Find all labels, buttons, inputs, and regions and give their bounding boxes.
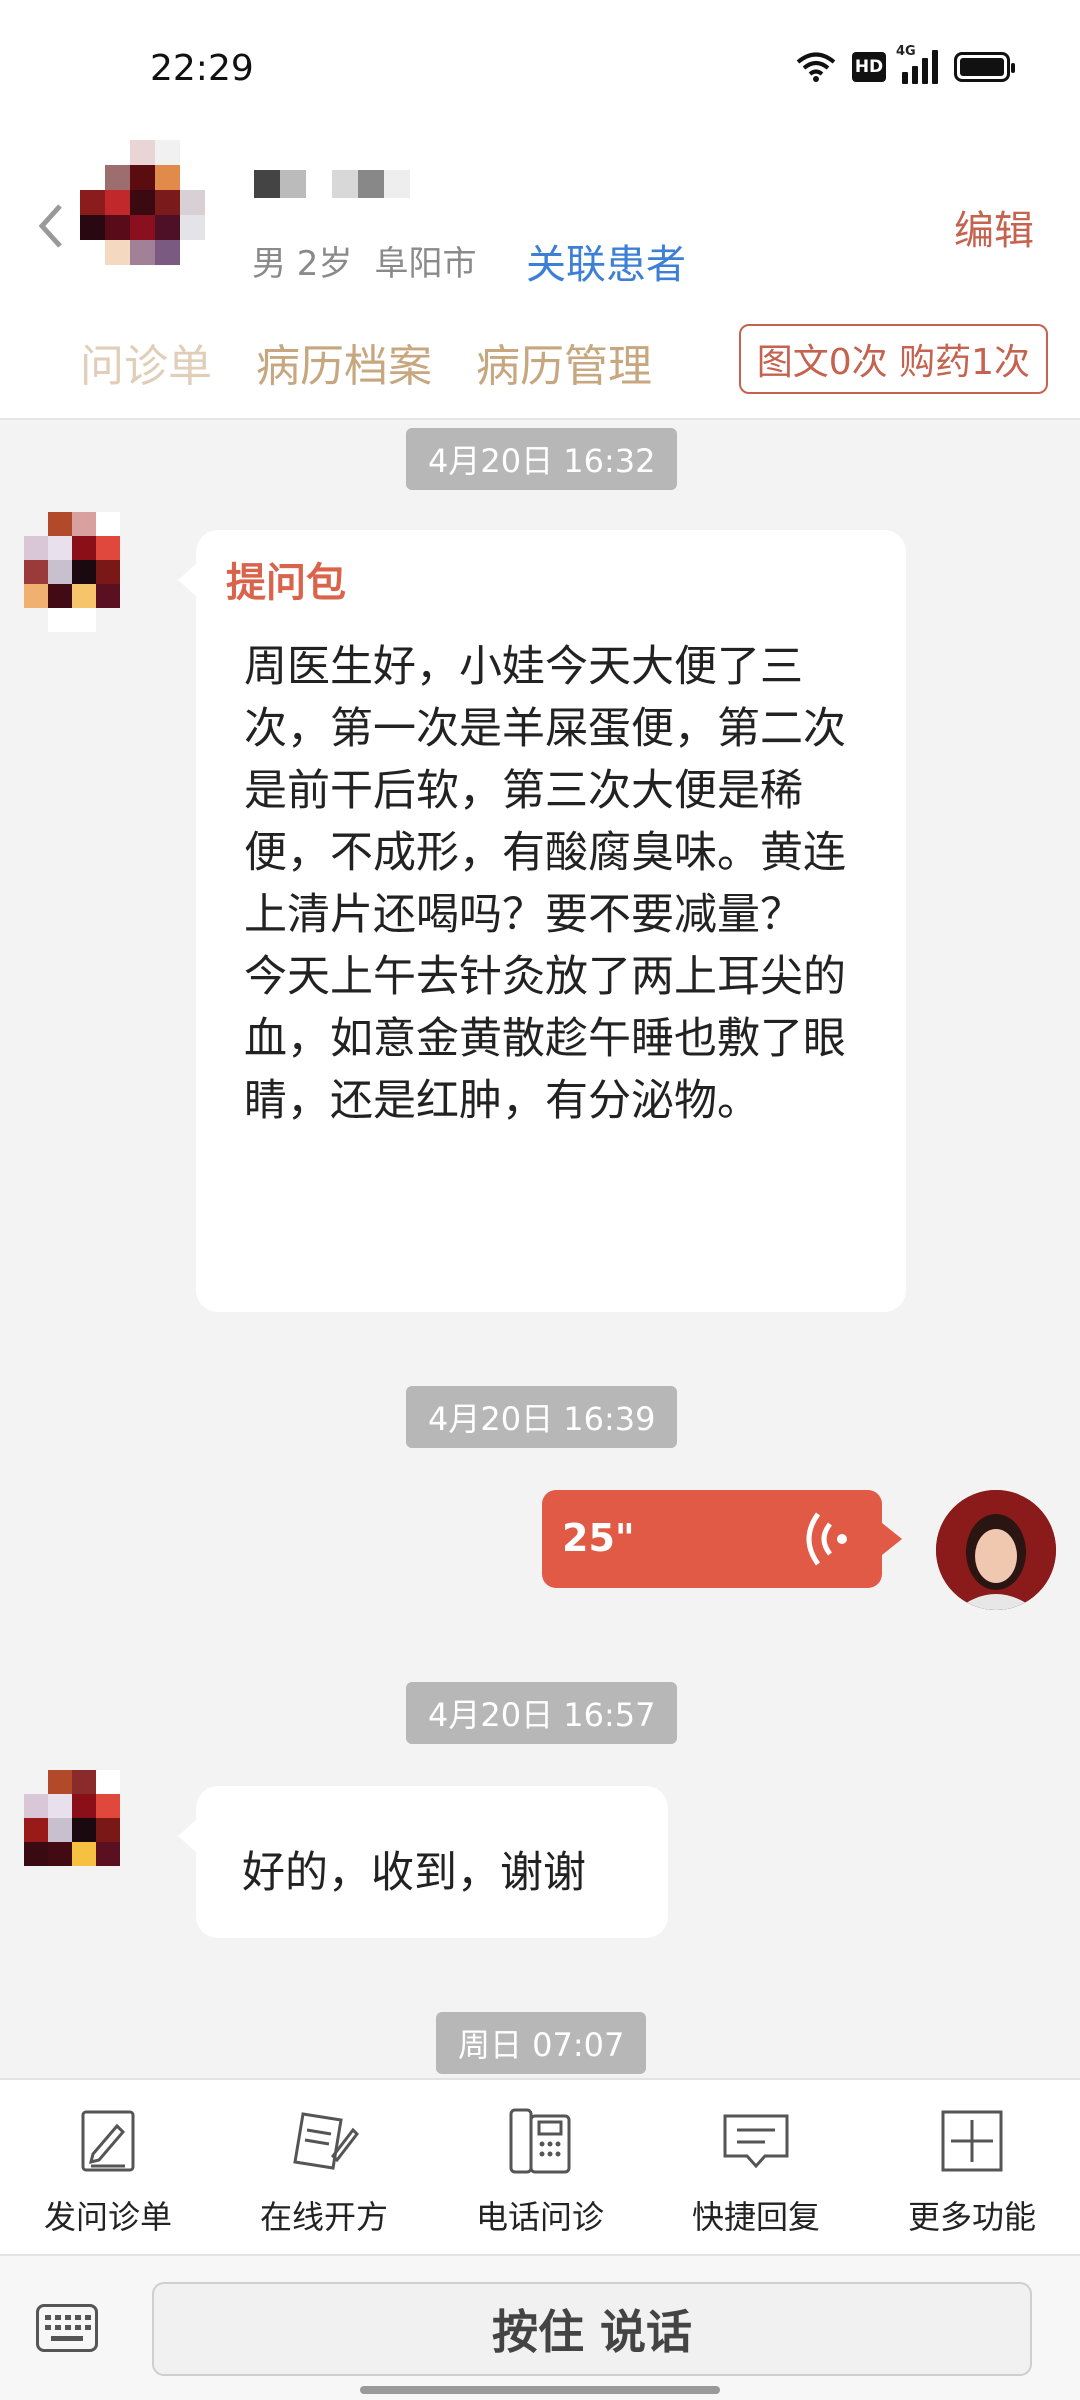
link-patient-button[interactable]: 关联患者 xyxy=(526,232,686,290)
network-type: 4G xyxy=(896,44,916,59)
status-icons: HD 4G xyxy=(796,44,1015,84)
patient-avatar[interactable] xyxy=(80,140,230,290)
patient-gender-age: 男 2岁 xyxy=(252,244,353,284)
tab-medical-records[interactable]: 病历档案 xyxy=(256,330,432,394)
message-text: 好的，收到，谢谢 xyxy=(242,1848,586,1898)
hd-icon: HD xyxy=(852,52,886,82)
message-timestamp: 4月20日 16:57 xyxy=(406,1682,678,1744)
patient-name-redacted xyxy=(254,170,410,198)
tool-label: 更多功能 xyxy=(907,2198,1036,2236)
ask-package-text: 周医生好，小娃今天大便了三次，第一次是羊屎蛋便，第二次是前干后软，第三次大便是稀… xyxy=(244,642,846,1126)
patient-chat-avatar[interactable] xyxy=(24,1770,144,1890)
back-icon[interactable] xyxy=(32,196,72,256)
prescription-icon xyxy=(293,2112,359,2170)
ask-package-bubble[interactable]: 提问包 周医生好，小娃今天大便了三次，第一次是羊屎蛋便，第二次是前干后软，第三次… xyxy=(178,530,906,1312)
signal-icon: 4G xyxy=(896,44,938,84)
voice-message-bubble[interactable]: 25" xyxy=(542,1490,902,1588)
ask-package-title: 提问包 xyxy=(226,560,346,606)
quick-reply-button[interactable]: 快捷回复 xyxy=(648,2080,864,2254)
patient-city: 阜阳市 xyxy=(374,244,477,284)
phone-icon xyxy=(509,2108,571,2174)
tool-label: 发问诊单 xyxy=(43,2198,172,2236)
message-timestamp: 4月20日 16:32 xyxy=(406,428,678,490)
quick-reply-icon xyxy=(723,2114,789,2169)
tool-label: 电话问诊 xyxy=(475,2198,604,2236)
status-bar: 22:29 HD 4G xyxy=(0,0,1080,140)
form-icon xyxy=(81,2110,135,2172)
tab-record-management[interactable]: 病历管理 xyxy=(476,330,652,394)
keyboard-icon[interactable] xyxy=(36,2304,98,2352)
tool-label: 快捷回复 xyxy=(691,2198,820,2236)
patient-header: 男 2岁 阜阳市 关联患者 编辑 问诊单 病历档案 病历管理 图文0次 购药1次 xyxy=(0,140,1080,420)
doctor-avatar[interactable] xyxy=(936,1490,1056,1610)
status-time: 22:29 xyxy=(150,48,254,89)
voice-wave-icon xyxy=(806,1512,847,1566)
header-tabs: 问诊单 病历档案 病历管理 xyxy=(80,330,652,394)
text-message-bubble[interactable]: 好的，收到，谢谢 xyxy=(178,1786,668,1938)
message-timestamp: 周日 07:07 xyxy=(436,2012,647,2074)
phone-consult-button[interactable]: 电话问诊 xyxy=(432,2080,648,2254)
tool-label: 在线开方 xyxy=(259,2198,388,2236)
voice-duration: 25" xyxy=(562,1516,635,1560)
patient-meta: 男 2岁 阜阳市 xyxy=(252,236,476,285)
message-timestamp: 4月20日 16:39 xyxy=(406,1386,678,1448)
send-form-button[interactable]: 发问诊单 xyxy=(0,2080,216,2254)
online-prescription-button[interactable]: 在线开方 xyxy=(216,2080,432,2254)
patient-chat-avatar[interactable] xyxy=(24,512,144,632)
home-indicator[interactable] xyxy=(360,2386,720,2394)
action-toolbar: 发问诊单 在线开方 电话问诊 快捷回复 更多功能 xyxy=(0,2078,1080,2256)
input-bar: 按住 说话 xyxy=(0,2256,1080,2400)
battery-icon xyxy=(954,52,1015,82)
hold-to-talk-button[interactable]: 按住 说话 xyxy=(152,2282,1032,2376)
usage-badge[interactable]: 图文0次 购药1次 xyxy=(738,324,1048,394)
wifi-icon xyxy=(796,52,836,82)
edit-button[interactable]: 编辑 xyxy=(954,198,1034,256)
tab-consult-form[interactable]: 问诊单 xyxy=(80,330,212,394)
more-functions-button[interactable]: 更多功能 xyxy=(864,2080,1080,2254)
plus-icon xyxy=(941,2110,1003,2172)
